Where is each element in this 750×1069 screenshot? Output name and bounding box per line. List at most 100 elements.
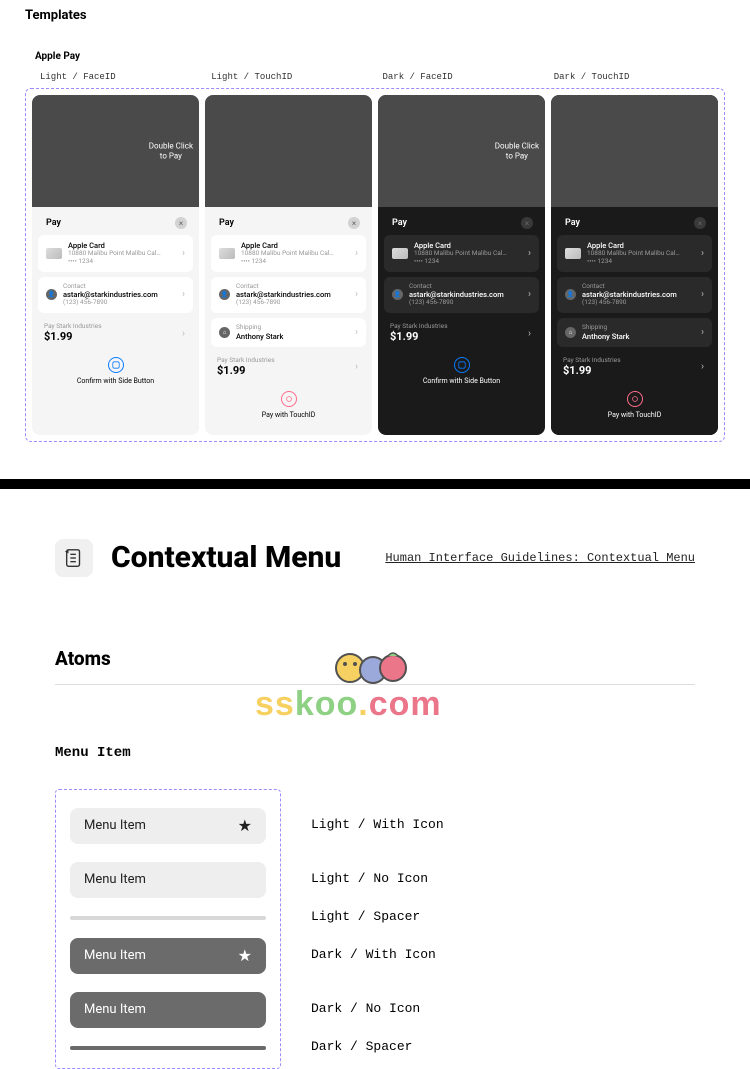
apple-pay-logo: Pay xyxy=(563,218,580,228)
total-row[interactable]: Pay Stark Industries $1.99 › xyxy=(211,352,366,383)
variant-label: Light / FaceID xyxy=(40,72,211,88)
confirm-text: Confirm with Side Button xyxy=(38,377,193,385)
faceid-icon xyxy=(454,357,470,373)
menu-spacer-dark xyxy=(70,1046,266,1050)
contact-label: Contact xyxy=(63,283,176,291)
apple-pay-logo: Pay xyxy=(390,218,407,228)
shipping-icon: ⌂ xyxy=(219,327,230,338)
menu-item-label: Menu Item xyxy=(84,818,146,833)
contact-icon: 👤 xyxy=(565,289,576,300)
menu-item-dark-icon[interactable]: Menu Item ★ xyxy=(70,938,266,974)
menu-spacer-light xyxy=(70,916,266,920)
chevron-right-icon: › xyxy=(701,248,704,259)
double-click-hint: Double Click to Pay xyxy=(149,141,193,160)
chevron-right-icon: › xyxy=(355,248,358,259)
contact-icon: 👤 xyxy=(219,289,230,300)
variant-label: Dark / FaceID xyxy=(383,72,554,88)
payment-card-row[interactable]: Apple Card 10880 Malibu Point Malibu Cal… xyxy=(38,235,193,272)
confirm-area: Confirm with Side Button xyxy=(384,349,539,395)
merchant-label: Pay Stark Industries xyxy=(44,322,187,330)
chevron-right-icon: › xyxy=(528,289,531,300)
close-button[interactable]: × xyxy=(348,217,360,229)
chevron-right-icon: › xyxy=(355,327,358,338)
contact-icon: 👤 xyxy=(46,289,57,300)
chevron-right-icon: › xyxy=(182,328,185,339)
phone-dark-faceid: Double Click to Pay Pay × Apple Card 108… xyxy=(378,95,545,435)
apple-pay-logo: Pay xyxy=(44,218,61,228)
menu-item-label: Menu Item xyxy=(84,948,146,963)
variant-label: Dark / With Icon xyxy=(311,937,444,973)
phone-background: Double Click to Pay xyxy=(32,95,199,207)
touchid-icon xyxy=(627,391,643,407)
contextual-menu-title: Contextual Menu xyxy=(111,540,367,575)
shipping-icon: ⌂ xyxy=(565,327,576,338)
variant-label: Dark / No Icon xyxy=(311,991,444,1027)
shipping-row[interactable]: ⌂ Shipping Anthony Stark › xyxy=(211,318,366,347)
card-digits: •••• 1234 xyxy=(68,258,176,266)
chevron-right-icon: › xyxy=(182,289,185,300)
variant-label: Light / TouchID xyxy=(211,72,382,88)
payment-card-row[interactable]: Apple Card 10880 Malibu Point Malibu Cal… xyxy=(384,235,539,272)
templates-heading: Templates xyxy=(25,0,725,51)
variant-label: Dark / TouchID xyxy=(554,72,725,88)
faceid-icon xyxy=(108,357,124,373)
contact-phone: (123) 456-7890 xyxy=(63,299,176,307)
card-icon xyxy=(392,248,408,259)
phone-light-faceid: Double Click to Pay Pay × Apple Card 108… xyxy=(32,95,199,435)
variant-label: Light / With Icon xyxy=(311,807,444,843)
close-button[interactable]: × xyxy=(175,217,187,229)
chevron-right-icon: › xyxy=(355,362,358,373)
chevron-right-icon: › xyxy=(182,248,185,259)
total-row[interactable]: Pay Stark Industries $1.99 › xyxy=(557,352,712,383)
hig-link[interactable]: Human Interface Guidelines: Contextual M… xyxy=(385,551,695,565)
touchid-icon xyxy=(281,391,297,407)
phone-dark-touchid: Pay × Apple Card 10880 Malibu Point Mali… xyxy=(551,95,718,435)
phone-light-touchid: Pay × Apple Card 10880 Malibu Point Mali… xyxy=(205,95,372,435)
contextual-menu-icon xyxy=(55,539,93,577)
close-button[interactable]: × xyxy=(521,217,533,229)
confirm-area: Confirm with Side Button xyxy=(38,349,193,395)
contact-row[interactable]: 👤 Contact astark@starkindustries.com (12… xyxy=(211,277,366,314)
total-row[interactable]: Pay Stark Industries $1.99 › xyxy=(38,318,193,349)
card-icon xyxy=(565,248,581,259)
chevron-right-icon: › xyxy=(701,289,704,300)
apple-pay-logo: Pay xyxy=(217,218,234,228)
close-button[interactable]: × xyxy=(694,217,706,229)
contact-icon: 👤 xyxy=(392,289,403,300)
total-row[interactable]: Pay Stark Industries $1.99 › xyxy=(384,318,539,349)
star-icon: ★ xyxy=(238,946,252,965)
variant-label: Light / No Icon xyxy=(311,861,444,897)
chevron-right-icon: › xyxy=(528,248,531,259)
menu-item-light-icon[interactable]: Menu Item ★ xyxy=(70,808,266,844)
contact-row[interactable]: 👤 Contact astark@starkindustries.com (12… xyxy=(38,277,193,314)
phone-background xyxy=(551,95,718,207)
atoms-heading: Atoms xyxy=(55,647,695,670)
chevron-right-icon: › xyxy=(528,328,531,339)
contact-row[interactable]: 👤 Contact astark@starkindustries.com (12… xyxy=(557,277,712,314)
double-click-hint: Double Click to Pay xyxy=(495,141,539,160)
variant-labels-row: Light / FaceID Light / TouchID Dark / Fa… xyxy=(25,72,725,88)
payment-card-row[interactable]: Apple Card 10880 Malibu Point Malibu Cal… xyxy=(557,235,712,272)
menu-item-label: Menu Item xyxy=(84,872,146,887)
menu-item-light-noicon[interactable]: Menu Item xyxy=(70,862,266,898)
star-icon: ★ xyxy=(238,816,252,835)
menu-item-dark-noicon[interactable]: Menu Item xyxy=(70,992,266,1028)
confirm-area: Pay with TouchID xyxy=(557,383,712,429)
chevron-right-icon: › xyxy=(701,362,704,373)
shipping-row[interactable]: ⌂ Shipping Anthony Stark › xyxy=(557,318,712,347)
apple-pay-templates: Double Click to Pay Pay × Apple Card 108… xyxy=(25,88,725,442)
applepay-heading: Apple Pay xyxy=(25,51,725,72)
phone-background xyxy=(205,95,372,207)
payment-card-row[interactable]: Apple Card 10880 Malibu Point Malibu Cal… xyxy=(211,235,366,272)
total-amount: $1.99 xyxy=(44,330,187,343)
chevron-right-icon: › xyxy=(355,289,358,300)
confirm-area: Pay with TouchID xyxy=(211,383,366,429)
chevron-right-icon: › xyxy=(701,327,704,338)
menu-item-label: Menu Item xyxy=(84,1002,146,1017)
variant-label: Dark / Spacer xyxy=(311,1045,444,1049)
divider xyxy=(55,684,695,685)
menu-item-examples: Menu Item ★ Menu Item Menu Item ★ Menu I… xyxy=(55,789,281,1069)
contact-row[interactable]: 👤 Contact astark@starkindustries.com (12… xyxy=(384,277,539,314)
variant-label: Light / Spacer xyxy=(311,915,444,919)
menu-item-labels: Light / With Icon Light / No Icon Light … xyxy=(311,789,444,1069)
